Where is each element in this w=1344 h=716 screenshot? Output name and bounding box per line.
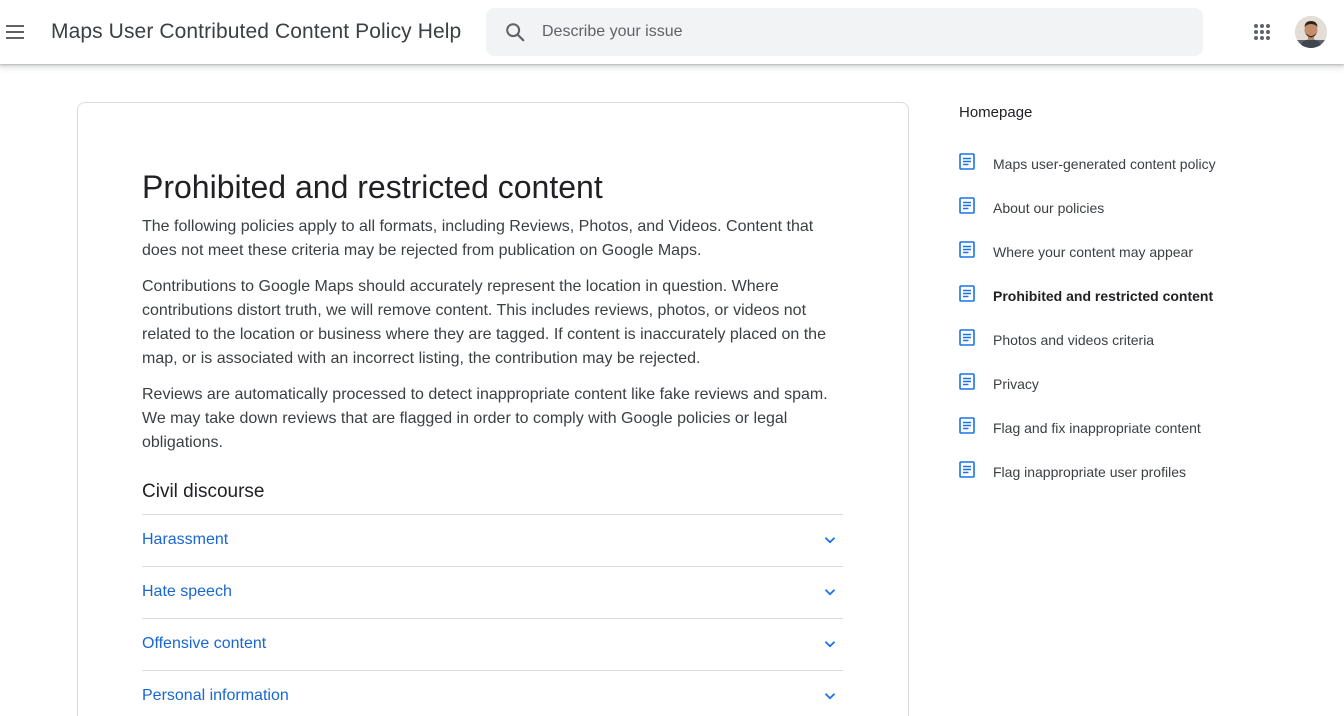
menu-icon-bar — [6, 31, 24, 33]
accordion-label: Personal information — [142, 687, 289, 704]
accordion-label: Hate speech — [142, 583, 232, 600]
chevron-down-icon — [824, 589, 836, 596]
chevron-down-icon — [824, 537, 836, 544]
accordion-personal-information[interactable]: Personal information — [142, 670, 843, 716]
article-icon — [959, 197, 975, 214]
sidebar-item-label: Flag and fix inappropriate content — [993, 420, 1201, 436]
article-icon — [959, 285, 975, 302]
article-icon — [959, 153, 975, 170]
sidebar-item-label: Maps user-generated content policy — [993, 156, 1216, 172]
page-title: Prohibited and restricted content — [142, 169, 603, 205]
accordion-offensive-content[interactable]: Offensive content — [142, 618, 843, 670]
article-icon — [959, 241, 975, 258]
sidebar-item-prohibited-content[interactable]: Prohibited and restricted content — [959, 280, 1339, 324]
sidebar-item-label: Privacy — [993, 376, 1039, 392]
top-app-bar: Maps User Contributed Content Policy Hel… — [0, 0, 1344, 64]
sidebar-item-label: Photos and videos criteria — [993, 332, 1155, 348]
sidebar-item-photos-videos-criteria[interactable]: Photos and videos criteria — [959, 324, 1339, 368]
menu-icon-bar — [6, 25, 24, 27]
article-paragraph: Contributions to Google Maps should accu… — [142, 278, 826, 367]
sidebar-item-user-generated-content-policy[interactable]: Maps user-generated content policy — [959, 148, 1339, 192]
article-icon — [959, 373, 975, 390]
account-avatar[interactable] — [1295, 16, 1327, 48]
search-box[interactable] — [486, 8, 1203, 56]
article-icon — [959, 417, 975, 434]
sidebar-item-flag-fix-content[interactable]: Flag and fix inappropriate content — [959, 412, 1339, 456]
chevron-down-icon — [824, 693, 836, 700]
sidebar-item-privacy[interactable]: Privacy — [959, 368, 1339, 412]
sidebar-homepage-link[interactable]: Homepage — [959, 104, 1032, 121]
sidebar-item-where-content-appears[interactable]: Where your content may appear — [959, 236, 1339, 280]
sidebar-item-label: Flag inappropriate user profiles — [993, 464, 1186, 480]
article-icon — [959, 329, 975, 346]
accordion-hate-speech[interactable]: Hate speech — [142, 566, 843, 618]
app-title[interactable]: Maps User Contributed Content Policy Hel… — [51, 20, 461, 44]
section-heading: Civil discourse — [142, 481, 265, 502]
sidebar-item-label: Prohibited and restricted content — [993, 288, 1214, 304]
accordion-label: Harassment — [142, 531, 229, 548]
sidebar-nav: Maps user-generated content policy About… — [959, 148, 1339, 500]
sidebar-item-about-policies[interactable]: About our policies — [959, 192, 1339, 236]
menu-icon-bar — [6, 37, 24, 39]
sidebar-item-flag-user-profiles[interactable]: Flag inappropriate user profiles — [959, 456, 1339, 500]
avatar-photo — [1295, 16, 1327, 48]
search-input[interactable] — [542, 18, 1182, 46]
google-apps-icon[interactable] — [1252, 22, 1272, 42]
article-icon — [959, 461, 975, 478]
search-icon[interactable] — [504, 21, 526, 43]
sidebar-item-label: About our policies — [993, 200, 1105, 216]
sidebar-item-label: Where your content may appear — [993, 244, 1193, 260]
article-paragraph: The following policies apply to all form… — [142, 218, 814, 259]
accordion-label: Offensive content — [142, 635, 267, 652]
chevron-down-icon — [824, 641, 836, 648]
accordion-harassment[interactable]: Harassment — [142, 514, 843, 566]
article-paragraph: Reviews are automatically processed to d… — [142, 386, 828, 451]
main-menu-button[interactable] — [4, 16, 28, 48]
article-card: Prohibited and restricted content The fo… — [77, 102, 909, 716]
